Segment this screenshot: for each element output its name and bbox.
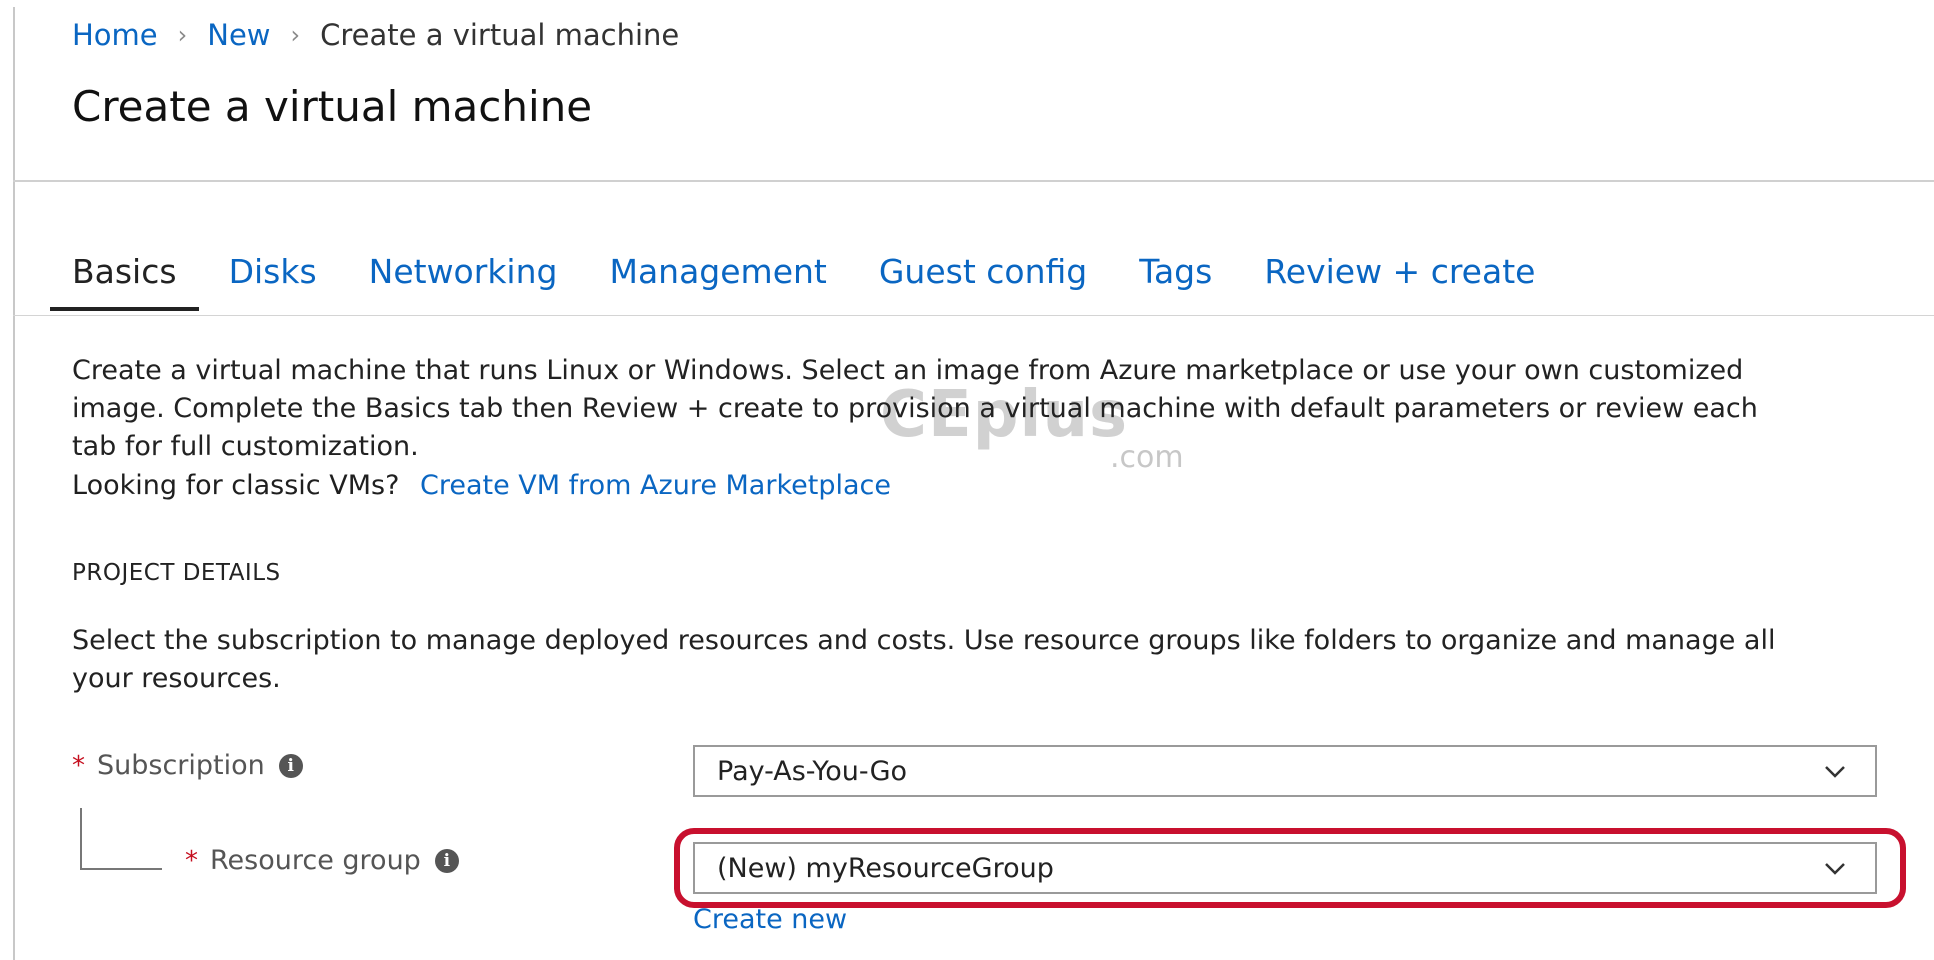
tab-basics[interactable]: Basics (50, 252, 199, 311)
chevron-right-icon: › (177, 21, 188, 49)
red-highlight-annotation (674, 828, 1906, 908)
tab-divider (13, 315, 1934, 316)
create-new-resource-group-link[interactable]: Create new (693, 904, 847, 935)
breadcrumb-home[interactable]: Home (72, 18, 158, 52)
breadcrumb: Home › New › Create a virtual machine (72, 18, 679, 52)
breadcrumb-current: Create a virtual machine (320, 18, 680, 52)
tab-review-create[interactable]: Review + create (1264, 252, 1535, 311)
intro-description: Create a virtual machine that runs Linux… (72, 355, 1758, 462)
subscription-label: Subscription (97, 750, 265, 781)
project-details-description: Select the subscription to manage deploy… (72, 625, 1776, 694)
classic-vm-row: Looking for classic VMs? Create VM from … (72, 470, 891, 501)
subscription-select[interactable]: Pay-As-You-Go (693, 745, 1877, 797)
title-divider (13, 180, 1934, 182)
subscription-label-row: * Subscription i (72, 750, 303, 781)
tree-connector (80, 808, 162, 870)
tab-bar: Basics Disks Networking Management Guest… (50, 252, 1587, 311)
tab-guest-config[interactable]: Guest config (879, 252, 1087, 311)
page-title: Create a virtual machine (72, 82, 593, 131)
tab-tags[interactable]: Tags (1139, 252, 1212, 311)
tab-disks[interactable]: Disks (229, 252, 317, 311)
classic-vm-link[interactable]: Create VM from Azure Marketplace (420, 470, 891, 501)
chevron-down-icon (1825, 766, 1845, 778)
required-asterisk: * (72, 750, 85, 781)
resource-group-label: Resource group (210, 845, 421, 876)
resource-group-label-row: * Resource group i (185, 845, 459, 876)
classic-vm-prompt: Looking for classic VMs? (72, 470, 400, 501)
breadcrumb-new[interactable]: New (207, 18, 270, 52)
tab-management[interactable]: Management (609, 252, 826, 311)
subscription-value: Pay-As-You-Go (717, 755, 908, 787)
info-icon[interactable]: i (434, 848, 459, 873)
section-title-project-details: PROJECT DETAILS (72, 560, 281, 586)
chevron-right-icon: › (290, 21, 301, 49)
required-asterisk: * (185, 845, 198, 876)
tab-networking[interactable]: Networking (369, 252, 558, 311)
info-icon[interactable]: i (278, 753, 303, 778)
top-strip (0, 0, 1934, 7)
